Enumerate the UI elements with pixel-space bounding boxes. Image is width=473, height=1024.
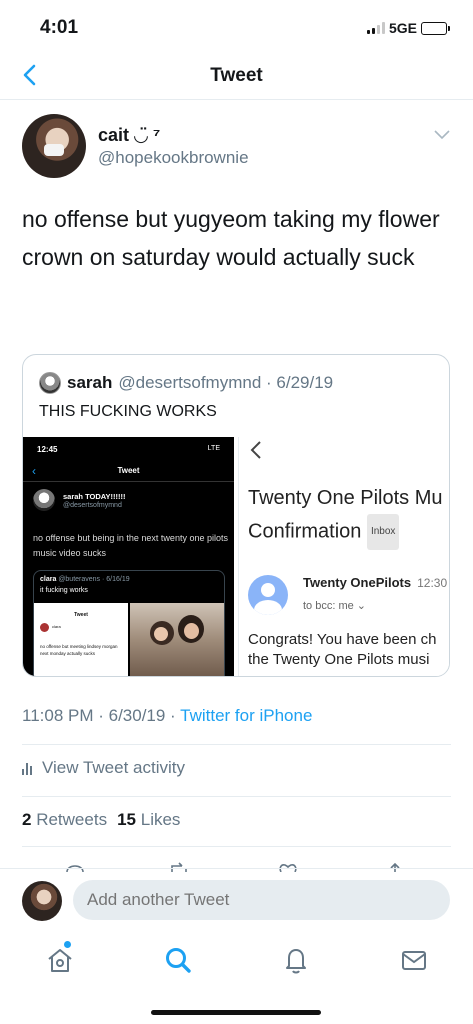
nested-shot-text: no offense but meeting lindsey morgan ne… [40,644,118,656]
view-activity-button[interactable]: View Tweet activity [22,758,185,778]
nested-shot-title: Tweet [74,612,88,618]
likes-count: 15 [117,810,136,829]
author-name[interactable]: cait ◡̈ ⁷ [98,125,160,146]
tweet-text: no offense but yugyeom taking my flower … [22,206,440,270]
quoted-author-avatar [39,372,61,394]
email-recipient: to bcc: me ⌄ [303,600,367,612]
tweet-header: cait ◡̈ ⁷ @hopekookbrownie [22,114,451,180]
quoted-author-name: sarah [67,373,113,392]
tweet-timestamp: 11:08 PM · 6/30/19 · [22,706,181,725]
status-bar: 4:01 5GE [0,0,473,52]
email-subject-line1: Twenty One Pilots Mu [248,487,443,509]
tweet-meta: 11:08 PM · 6/30/19 · Twitter for iPhone [22,706,312,726]
media-image-email-screenshot[interactable]: Twenty One Pilots Mu Confirmation Inbox … [238,437,449,676]
screenshot-name: sarah TODAY!!!!!! [63,492,126,501]
divider [22,846,451,847]
email-sender-name: Twenty OnePilots [303,575,412,590]
email-subject: Twenty One Pilots Mu Confirmation Inbox [248,482,449,550]
author-handle[interactable]: @hopekookbrownie [98,148,249,168]
likes-stat[interactable]: 15 Likes [117,810,180,830]
email-sender-avatar [248,575,288,615]
screenshot-status: LTE [207,445,220,452]
email-body: Congrats! You have been ch the Twenty On… [248,630,449,670]
nested-photo [130,603,224,676]
quoted-media[interactable]: 12:45 LTE ‹ Tweet sarah TODAY!!!!!! @des… [23,437,449,676]
email-subject-line2: Confirmation [248,520,362,543]
nav-bar: Tweet [0,52,473,100]
nested-text: it fucking works [40,587,88,594]
view-activity-label: View Tweet activity [42,758,185,777]
screenshot-avatar [33,489,55,511]
nested-meta: @buteravens · 6/16/19 [58,576,130,583]
quoted-tweet-header: sarah @desertsofmymnd · 6/29/19 [39,371,439,395]
nested-quote-header: clara @buteravens · 6/16/19 [40,576,130,583]
email-back-icon [250,441,261,459]
email-body-line2: the Twenty One Pilots musi [248,651,430,668]
notifications-icon[interactable] [280,944,312,976]
status-indicators: 5GE [366,20,450,36]
analytics-icon [22,761,32,775]
quoted-tweet-text: THIS FUCKING WORKS [39,403,217,420]
screenshot-time: 12:45 [37,445,58,454]
screenshot-divider [23,481,234,482]
page-title: Tweet [210,65,263,86]
reply-input[interactable] [73,880,450,920]
chevron-down-icon[interactable] [433,128,451,142]
signal-icon [366,22,385,34]
search-icon[interactable] [162,944,194,976]
nested-author: clara [40,576,57,583]
retweets-stat[interactable]: 2 Retweets [22,810,107,830]
media-image-tweet-screenshot[interactable]: 12:45 LTE ‹ Tweet sarah TODAY!!!!!! @des… [23,437,234,676]
divider [22,796,451,797]
author-avatar[interactable] [22,114,86,178]
email-sender: Twenty OnePilots 12:30 [303,575,447,590]
screenshot-handle: @desertsofmymnd [63,502,122,509]
network-type: 5GE [388,20,417,36]
tweet-source-link[interactable]: Twitter for iPhone [180,706,312,725]
nested-screenshot: Tweet clara no offense but meeting linds… [34,603,128,676]
likes-label: Likes [140,810,181,829]
messages-icon[interactable] [398,944,430,976]
retweets-label: Retweets [36,810,108,829]
notification-dot [64,941,71,948]
email-body-line1: Congrats! You have been ch [248,631,437,648]
home-indicator [151,1010,321,1015]
screenshot-nested-quote: clara @buteravens · 6/16/19 it fucking w… [33,570,225,676]
nested-shot-name: clara [52,624,61,629]
nested-shot-avatar [40,623,49,632]
inbox-badge: Inbox [366,514,400,550]
tweet-stats: 2 Retweets 15 Likes [22,810,180,830]
screenshot-title: Tweet [117,466,140,475]
retweets-count: 2 [22,810,32,829]
email-time: 12:30 [417,576,448,590]
home-icon[interactable] [44,944,76,976]
screenshot-text: no offense but being in the next twenty … [33,533,228,558]
tab-bar [0,930,473,1024]
user-avatar[interactable] [22,881,62,921]
quoted-tweet[interactable]: sarah @desertsofmymnd · 6/29/19 THIS FUC… [22,354,450,677]
quoted-author-meta: @desertsofmymnd · 6/29/19 [118,373,334,392]
divider [22,744,451,745]
battery-icon [421,21,450,35]
status-time: 4:01 [40,17,79,38]
reply-bar [0,868,473,930]
